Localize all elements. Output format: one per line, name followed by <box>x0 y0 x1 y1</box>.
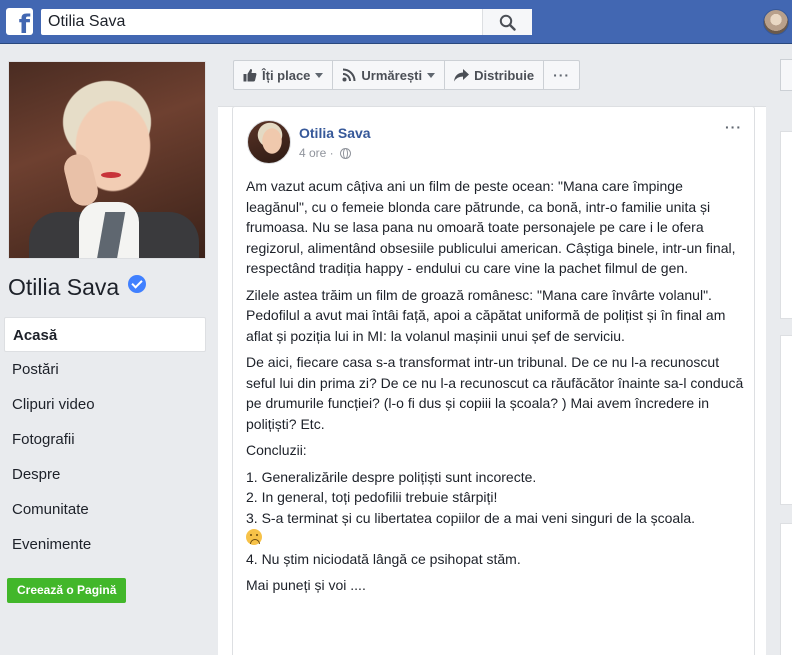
post-body: Am vazut acum câțiva ani un film de pest… <box>246 176 746 602</box>
post-paragraph: Zilele astea trăim un film de groază rom… <box>246 286 726 344</box>
page-actions-bar: Îți place Urmărești Distribuie ··· <box>233 60 581 90</box>
right-column-button[interactable] <box>780 59 792 91</box>
sad-face-emoji-icon <box>246 529 262 545</box>
page-title[interactable]: Otilia Sava <box>8 274 119 300</box>
post-meta: 4 ore · <box>299 146 351 160</box>
post-paragraph: Concluzii: <box>246 442 307 458</box>
post-options-button[interactable]: ··· <box>725 119 742 135</box>
thumbs-up-icon <box>243 68 257 82</box>
sidebar-item-clipuri-video[interactable]: Clipuri video <box>4 387 206 422</box>
share-button[interactable]: Distribuie <box>445 61 545 89</box>
share-label: Distribuie <box>474 67 535 83</box>
post-author-name[interactable]: Otilia Sava <box>299 125 371 141</box>
top-navigation-bar: f <box>0 0 792 44</box>
sidebar-item-evenimente[interactable]: Evenimente <box>4 527 206 562</box>
like-label: Îți place <box>262 67 311 83</box>
left-column: Otilia Sava Acasă Postări Clipuri video … <box>0 45 217 655</box>
right-column-card <box>780 523 792 655</box>
post-card: Otilia Sava 4 ore · ··· Am vazut acum câ… <box>232 106 755 655</box>
more-options-button[interactable]: ··· <box>544 61 579 89</box>
follow-button[interactable]: Urmărești <box>333 61 446 89</box>
post-closing: Mai puneți și voi .... <box>246 577 366 593</box>
post-author-avatar[interactable] <box>247 120 291 164</box>
follow-label: Urmărești <box>361 67 423 83</box>
list-item: 4. Nu știm niciodată lângă ce psihopat s… <box>246 550 521 567</box>
right-column-card <box>780 131 792 319</box>
sidebar-item-acasa[interactable]: Acasă <box>4 317 206 352</box>
list-item: 1. Generalizările despre polițiști sunt … <box>246 468 537 485</box>
search-box <box>41 9 532 35</box>
sidebar-item-comunitate[interactable]: Comunitate <box>4 492 206 527</box>
list-item: 3. S-a terminat și cu libertatea copiilo… <box>246 509 695 526</box>
sidebar-nav: Acasă Postări Clipuri video Fotografii D… <box>4 317 206 562</box>
follow-dropdown-caret-icon <box>427 72 436 78</box>
more-dots-icon: ··· <box>553 67 571 83</box>
search-icon <box>499 14 516 31</box>
right-column-card <box>780 335 792 505</box>
post-timestamp[interactable]: 4 ore · <box>299 146 334 160</box>
sidebar-item-despre[interactable]: Despre <box>4 457 206 492</box>
post-conclusions-list: 1. Generalizările despre polițiști sunt … <box>246 467 746 570</box>
create-page-button[interactable]: Creează o Pagină <box>7 578 127 603</box>
right-column <box>766 45 792 655</box>
facebook-logo-icon[interactable]: f <box>6 8 33 38</box>
profile-picture[interactable] <box>8 61 206 259</box>
search-button[interactable] <box>482 9 532 35</box>
globe-icon <box>339 147 351 159</box>
profile-name-row: Otilia Sava <box>8 274 146 304</box>
like-button[interactable]: Îți place <box>234 61 334 89</box>
search-input[interactable] <box>41 9 481 35</box>
profile-picture-hand <box>61 151 101 209</box>
list-item: 2. In general, toți pedofilii trebuie st… <box>246 489 498 505</box>
share-arrow-icon <box>454 68 470 81</box>
post-paragraph: De aici, fiecare casa s-a transformat in… <box>246 354 744 432</box>
post-paragraph: Am vazut acum câțiva ani un film de pest… <box>246 178 736 276</box>
profile-picture-lips <box>101 172 121 178</box>
verified-badge-icon <box>127 275 146 293</box>
rss-feed-icon <box>342 68 356 82</box>
sidebar-item-postari[interactable]: Postări <box>4 352 206 387</box>
user-avatar[interactable] <box>763 9 789 35</box>
sidebar-item-fotografii[interactable]: Fotografii <box>4 422 206 457</box>
like-dropdown-caret-icon <box>315 72 324 78</box>
